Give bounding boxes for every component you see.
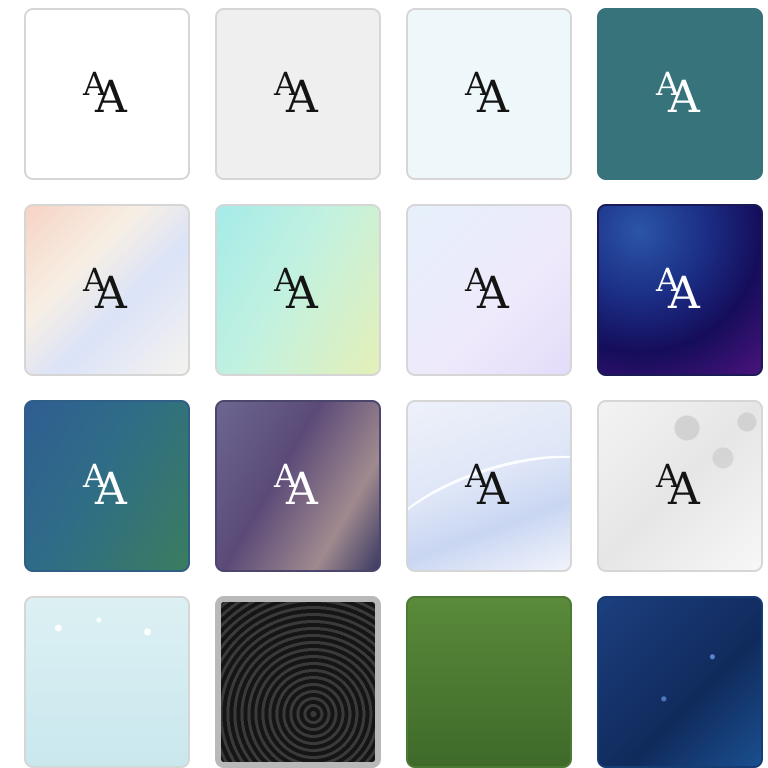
theme-tile-white[interactable]: AA [24,8,190,180]
theme-tile-blue-network[interactable] [597,596,763,768]
text-preview-icon: AA [656,65,700,123]
theme-tile-green-field[interactable] [406,596,572,768]
text-preview-icon: AA [656,457,700,515]
text-preview-icon: AA [465,457,509,515]
text-preview-icon: AA [465,65,509,123]
theme-tile-leafy-white[interactable]: AA [597,400,763,572]
text-preview-icon: AA [274,261,318,319]
theme-tile-pale-blue[interactable]: AA [406,8,572,180]
theme-tile-peach-pastel[interactable]: AA [24,204,190,376]
text-preview-icon: AA [83,261,127,319]
theme-tile-dusk-purple[interactable]: AA [215,400,381,572]
theme-tile-lavender[interactable]: AA [406,204,572,376]
theme-tile-silver-wave[interactable]: AA [406,400,572,572]
sparkle-decoration [26,608,188,648]
text-preview-icon: AA [83,457,127,515]
theme-tile-light-gray[interactable]: AA [215,8,381,180]
theme-tile-teal[interactable]: AA [597,8,763,180]
theme-tile-aqua-lime[interactable]: AA [215,204,381,376]
text-preview-icon: AA [274,457,318,515]
text-preview-icon: AA [656,261,700,319]
network-decoration [599,598,761,766]
theme-tile-sparkle-cyan[interactable] [24,596,190,768]
theme-gallery: AA AA AA AA AA AA AA AA A A A A A A A A [0,0,768,768]
theme-tile-black-swirl[interactable] [215,596,381,768]
text-preview-icon: AA [274,65,318,123]
swirl-decoration [221,602,375,762]
text-preview-icon: AA [83,65,127,123]
theme-tile-blue-green[interactable]: AA [24,400,190,572]
text-preview-icon: AA [465,261,509,319]
theme-tile-deep-indigo[interactable]: AA [597,204,763,376]
